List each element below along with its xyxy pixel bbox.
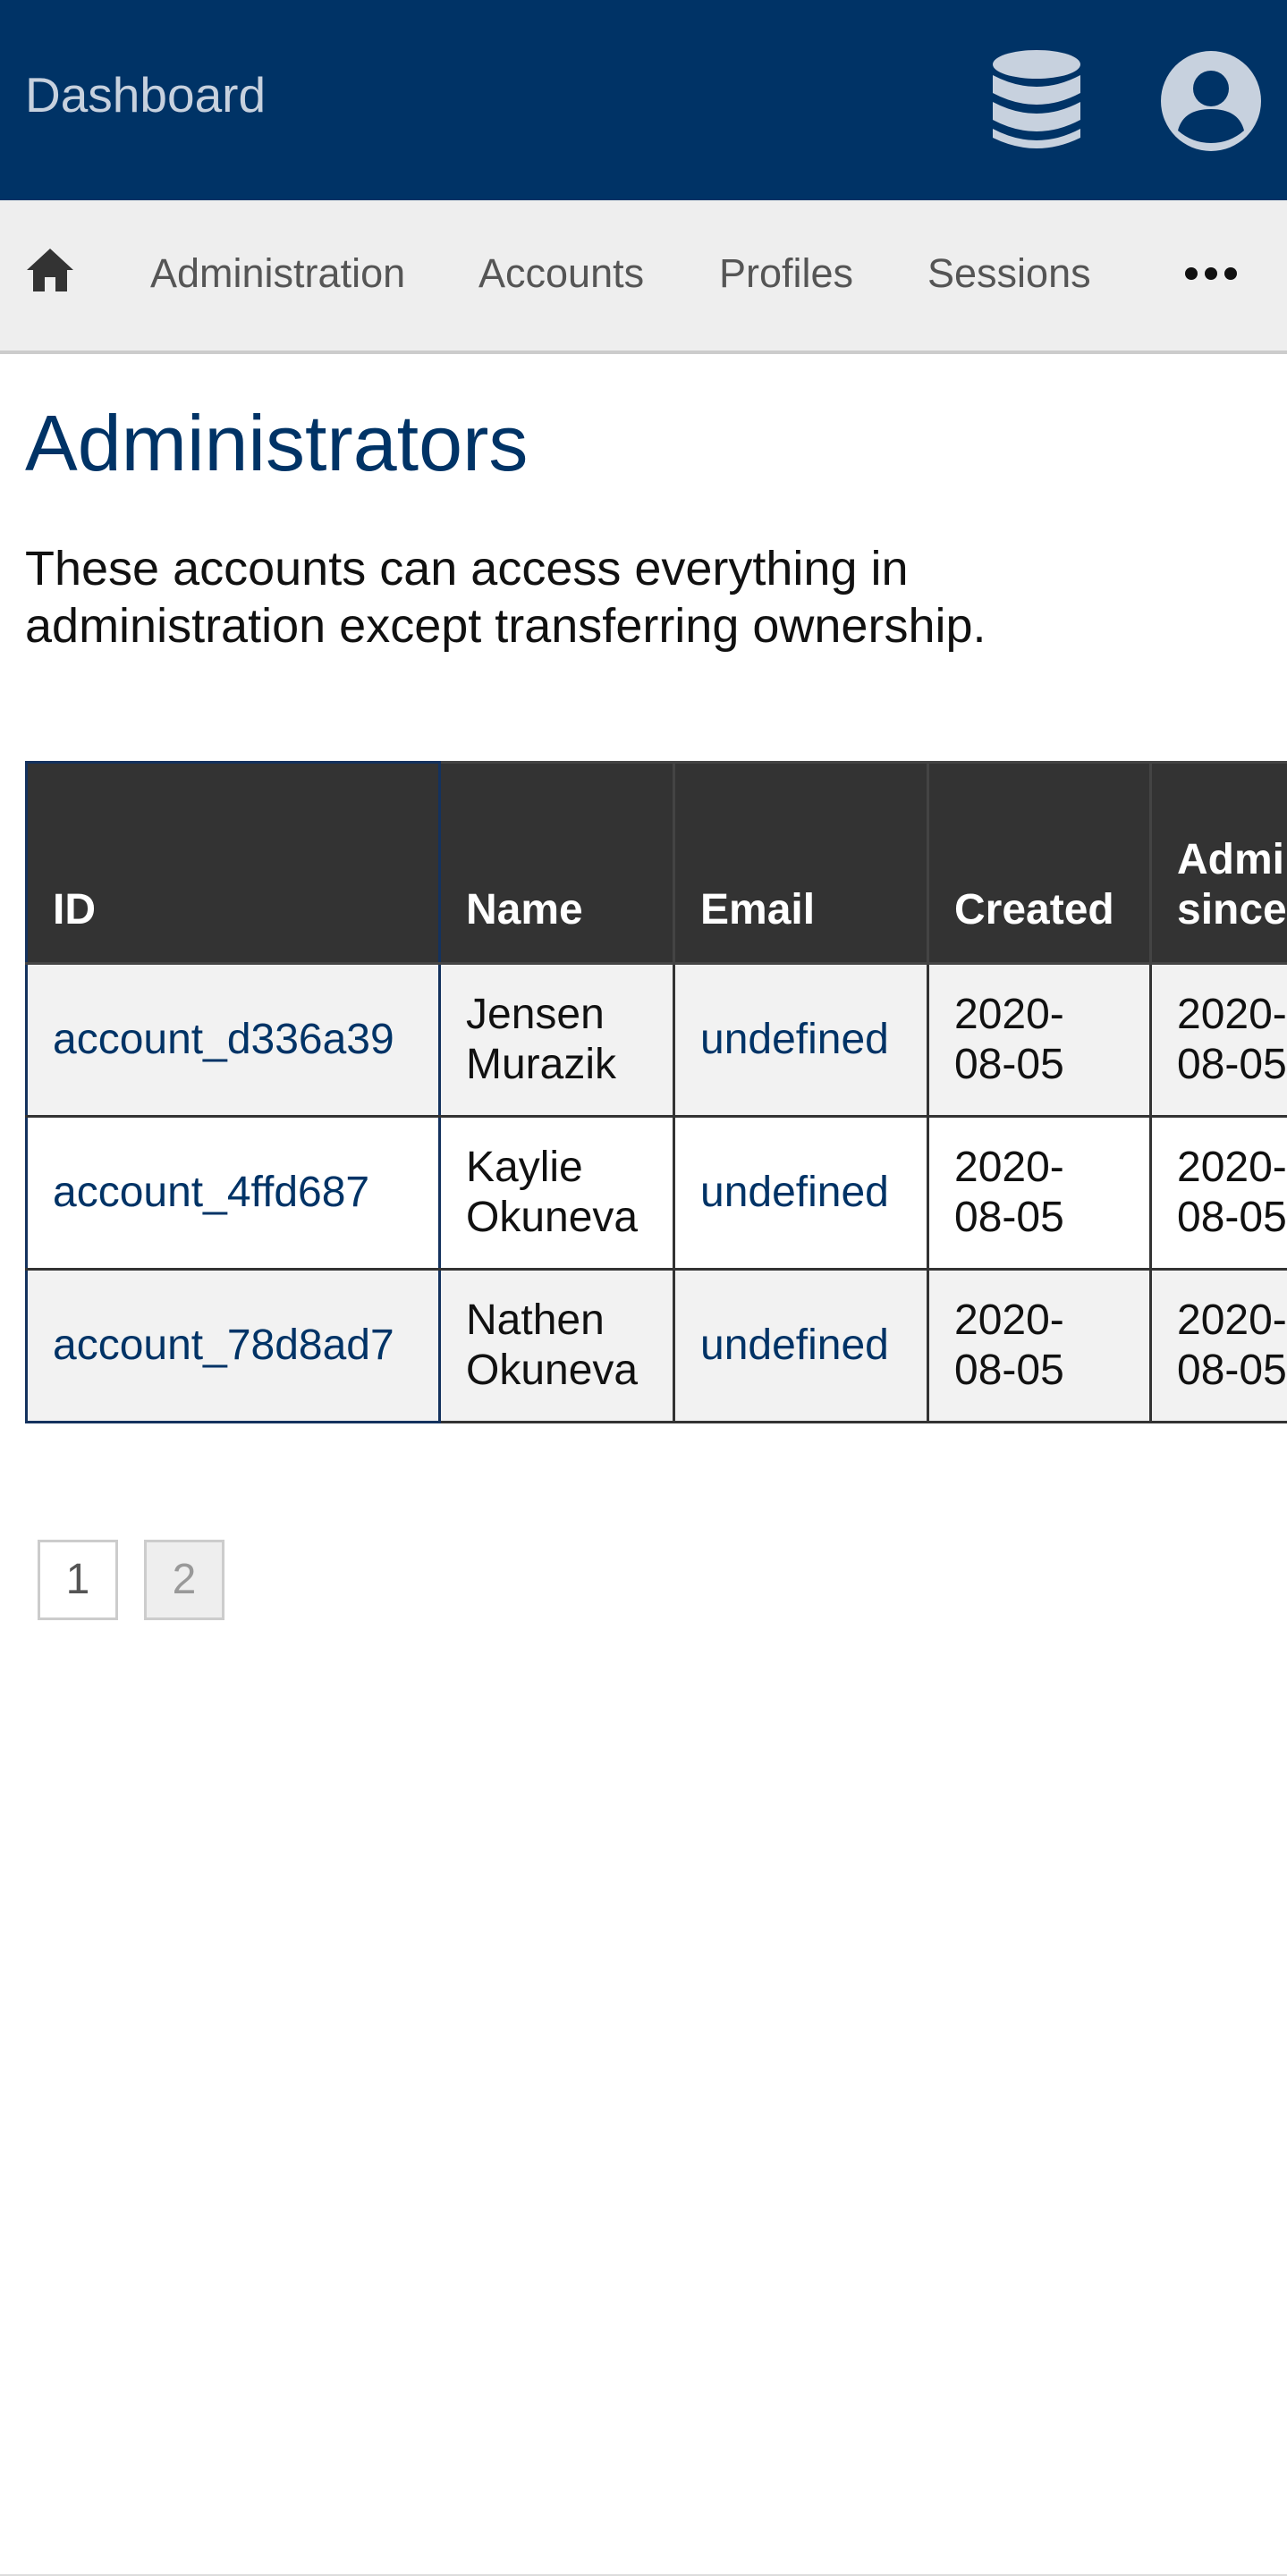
cell-name: Nathen Okuneva xyxy=(438,1268,675,1423)
cell-email: undefined xyxy=(673,962,929,1118)
column-header-email[interactable]: Email xyxy=(673,761,929,965)
cell-created: 2020-08-05 xyxy=(927,1268,1152,1423)
table-row: account_4ffd687 Kaylie Okuneva undefined… xyxy=(25,1115,1287,1271)
cell-created: 2020-08-05 xyxy=(927,1115,1152,1271)
database-icon[interactable] xyxy=(991,48,1082,152)
nav-item-administration[interactable]: Administration xyxy=(150,249,405,298)
column-header-name[interactable]: Name xyxy=(438,761,675,965)
dashboard-link[interactable]: Dashboard xyxy=(25,68,266,122)
nav-item-sessions[interactable]: Sessions xyxy=(927,249,1091,298)
nav-bar: Administration Accounts Profiles Session… xyxy=(0,200,1287,354)
admins-table-container[interactable]: ID Name Email Created Admin since accoun… xyxy=(25,761,1287,1432)
email-link[interactable]: undefined xyxy=(700,1322,889,1369)
cell-admin-since: 2020-08-05 xyxy=(1149,1115,1287,1271)
cell-created: 2020-08-05 xyxy=(927,962,1152,1118)
email-link[interactable]: undefined xyxy=(700,1016,889,1063)
cell-email: undefined xyxy=(673,1115,929,1271)
table-header-row: ID Name Email Created Admin since xyxy=(25,761,1287,965)
more-dots-icon[interactable] xyxy=(1184,266,1238,281)
cell-id: account_78d8ad7 xyxy=(25,1268,441,1423)
table-row: account_78d8ad7 Nathen Okuneva undefined… xyxy=(25,1268,1287,1423)
cell-id: account_d336a39 xyxy=(25,962,441,1118)
home-icon[interactable] xyxy=(25,247,75,293)
cell-admin-since: 2020-08-05 xyxy=(1149,1268,1287,1423)
table-row: account_d336a39 Jensen Murazik undefined… xyxy=(25,962,1287,1118)
page-button-1[interactable]: 1 xyxy=(38,1540,118,1620)
user-circle-icon[interactable] xyxy=(1160,50,1262,152)
email-link[interactable]: undefined xyxy=(700,1169,889,1216)
cell-name: Kaylie Okuneva xyxy=(438,1115,675,1271)
account-id-link[interactable]: account_4ffd687 xyxy=(53,1169,369,1216)
cell-admin-since: 2020-08-05 xyxy=(1149,962,1287,1118)
account-id-link[interactable]: account_d336a39 xyxy=(53,1016,394,1063)
cell-name: Jensen Murazik xyxy=(438,962,675,1118)
page-title: Administrators xyxy=(25,399,529,487)
account-id-link[interactable]: account_78d8ad7 xyxy=(53,1322,394,1369)
nav-item-profiles[interactable]: Profiles xyxy=(719,249,853,298)
cell-id: account_4ffd687 xyxy=(25,1115,441,1271)
nav-item-accounts[interactable]: Accounts xyxy=(478,249,644,298)
column-header-created[interactable]: Created xyxy=(927,761,1152,965)
admins-table: ID Name Email Created Admin since accoun… xyxy=(25,761,1287,1423)
page-button-2[interactable]: 2 xyxy=(144,1540,224,1620)
page-description: These accounts can access everything in … xyxy=(25,542,986,653)
column-header-id[interactable]: ID xyxy=(25,761,441,965)
column-header-admin-since[interactable]: Admin since xyxy=(1149,761,1287,965)
cell-email: undefined xyxy=(673,1268,929,1423)
top-bar: Dashboard xyxy=(0,0,1287,200)
